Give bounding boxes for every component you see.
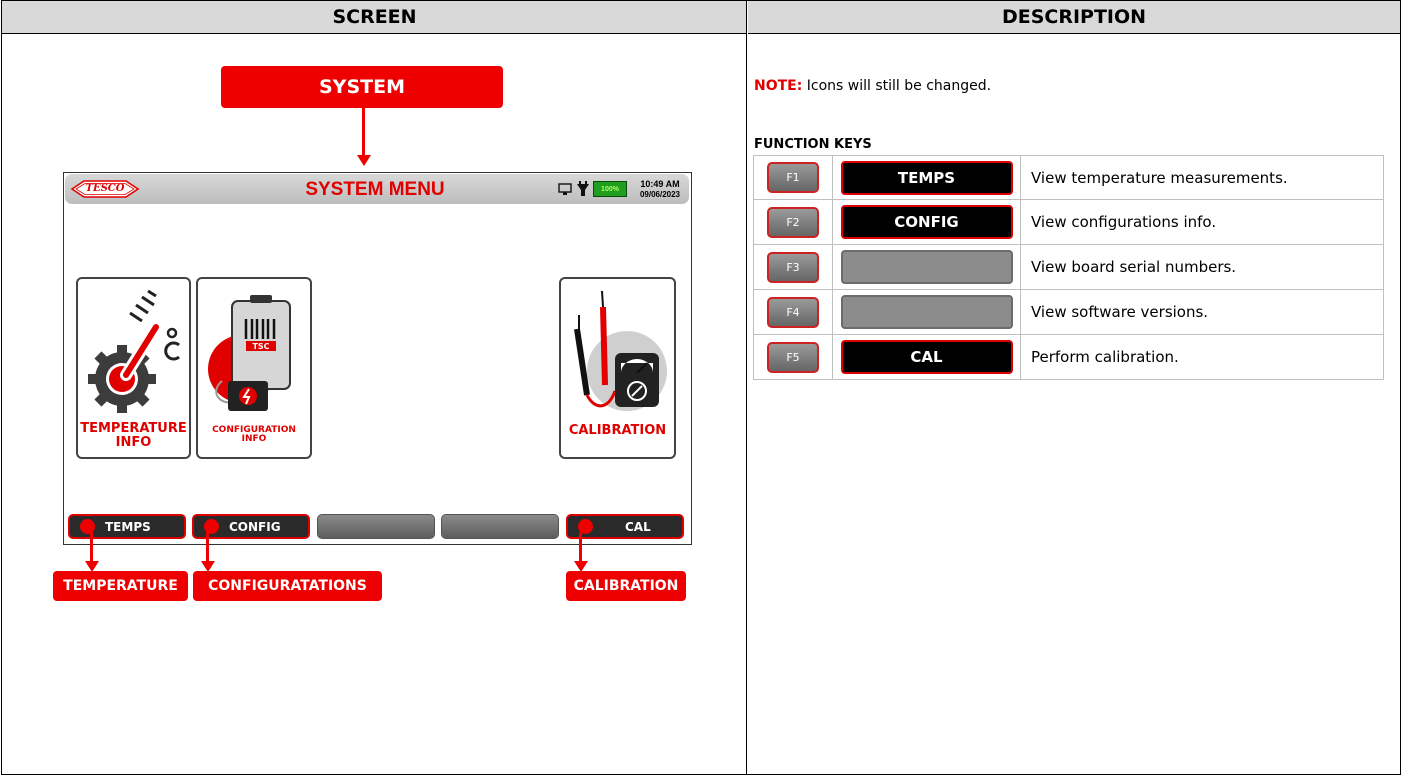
- softkey-config-label: CONFIG: [229, 519, 281, 534]
- f4-key[interactable]: F4: [767, 296, 819, 328]
- softkey-4[interactable]: [441, 514, 559, 539]
- svg-text:TSC: TSC: [252, 342, 269, 351]
- note-line: NOTE: Icons will still be changed.: [754, 78, 1354, 98]
- calibration-callout: CALIBRATION: [566, 571, 686, 601]
- calibration-arrow-line: [579, 532, 582, 562]
- device-time: 10:49 AM: [640, 179, 680, 189]
- calibration-tile-label: CALIBRATION: [568, 423, 667, 438]
- temperature-tile-label: TEMPERATURE INFO: [78, 422, 189, 449]
- softkey-temps[interactable]: TEMPS: [68, 514, 186, 539]
- softkey-cal-label: CAL: [625, 519, 651, 534]
- f2-button[interactable]: CONFIG: [840, 205, 1013, 239]
- f1-button[interactable]: TEMPS: [840, 160, 1013, 195]
- f3-button[interactable]: [840, 250, 1013, 284]
- battery-level: 100%: [601, 185, 619, 193]
- table-cell: [832, 289, 1021, 335]
- softkey-3[interactable]: [317, 514, 435, 539]
- thermometer-gear-icon: [82, 287, 186, 415]
- softkey-temps-label: TEMPS: [105, 519, 151, 534]
- device-date: 09/06/2023: [639, 190, 681, 199]
- f3-description: View board serial numbers.: [1020, 244, 1384, 290]
- f1-description: View temperature measurements.: [1020, 155, 1384, 200]
- f4-description: View software versions.: [1020, 289, 1384, 335]
- f5-button[interactable]: CAL: [840, 340, 1013, 374]
- temperature-callout: TEMPERATURE: [53, 571, 188, 601]
- meter-battery-icon: TSC: [202, 289, 306, 417]
- table-row: F1: [753, 155, 833, 200]
- configuration-info-tile[interactable]: TSC CONFIGURATION INFO: [196, 277, 312, 459]
- table-row: F5: [753, 334, 833, 380]
- monitor-icon: [558, 182, 572, 196]
- temperature-info-tile[interactable]: TEMPERATURE INFO: [76, 277, 191, 459]
- table-cell: [832, 244, 1021, 290]
- softkey-config[interactable]: CONFIG: [192, 514, 310, 539]
- function-keys-title: FUNCTION KEYS: [754, 137, 872, 152]
- f4-button[interactable]: [840, 295, 1013, 329]
- description-column-header: DESCRIPTION: [748, 1, 1400, 34]
- f5-description: Perform calibration.: [1020, 334, 1384, 380]
- multimeter-icon: [565, 285, 671, 419]
- temperature-tile-label-line2: INFO: [115, 434, 152, 450]
- power-plug-icon: [576, 181, 590, 197]
- table-row: F3: [753, 244, 833, 290]
- note-label: NOTE:: [754, 78, 803, 94]
- configuration-tile-label: CONFIGURATION INFO: [198, 425, 310, 445]
- column-divider: [746, 0, 747, 775]
- note-text: Icons will still be changed.: [802, 78, 992, 94]
- f2-description: View configurations info.: [1020, 199, 1384, 245]
- f3-key[interactable]: F3: [767, 251, 819, 283]
- logo-text: TESCO: [85, 183, 125, 194]
- f1-key[interactable]: F1: [767, 162, 819, 193]
- table-cell: CAL: [832, 334, 1021, 380]
- f2-key[interactable]: F2: [767, 206, 819, 238]
- temperature-arrow-line: [90, 532, 93, 562]
- system-callout: SYSTEM: [221, 66, 503, 108]
- calibration-tile[interactable]: CALIBRATION: [559, 277, 676, 459]
- temperature-tile-label-line1: TEMPERATURE: [80, 421, 187, 436]
- function-keys-table: F1 TEMPS View temperature measurements. …: [753, 155, 1384, 380]
- config-arrow-line: [206, 532, 209, 562]
- system-arrow-head: [357, 155, 371, 166]
- configuration-tile-label-line2: INFO: [241, 434, 267, 445]
- f5-key[interactable]: F5: [767, 341, 819, 373]
- configurations-callout: CONFIGURATATIONS: [193, 571, 382, 601]
- table-row: F4: [753, 289, 833, 335]
- battery-indicator: 100%: [593, 181, 627, 197]
- system-arrow-line: [362, 108, 365, 156]
- table-cell: TEMPS: [832, 155, 1021, 200]
- device-title: SYSTEM MENU: [305, 179, 445, 200]
- screen-column-header: SCREEN: [2, 1, 747, 34]
- table-row: F2: [753, 199, 833, 245]
- table-cell: CONFIG: [832, 199, 1021, 245]
- softkey-cal[interactable]: CAL: [566, 514, 684, 539]
